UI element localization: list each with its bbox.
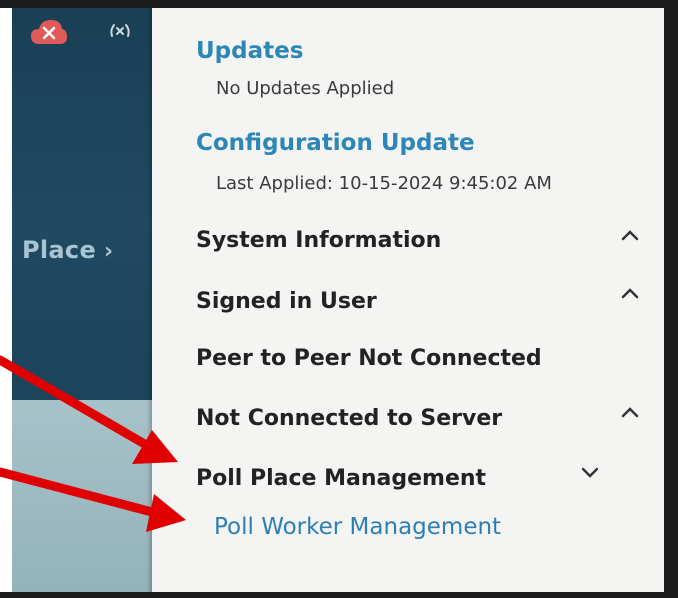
menu-item-peer-to-peer-status[interactable]: Peer to Peer Not Connected — [196, 346, 542, 371]
chevron-down-icon[interactable] — [580, 466, 600, 480]
configuration-update-heading[interactable]: Configuration Update — [196, 130, 475, 156]
chevron-right-icon: › — [104, 239, 114, 264]
menu-item-signed-in-user[interactable]: Signed in User — [196, 289, 377, 314]
configuration-last-applied: Last Applied: 10-15-2024 9:45:02 AM — [216, 173, 552, 194]
screen-bezel-top — [0, 0, 678, 8]
updates-status: No Updates Applied — [216, 78, 395, 99]
screen-bezel-right — [664, 0, 678, 598]
menu-item-server-connection[interactable]: Not Connected to Server — [196, 406, 502, 431]
status-menu-panel: Updates No Updates Applied Configuration… — [152, 0, 678, 598]
chevron-up-icon[interactable] — [620, 405, 640, 419]
place-nav-link[interactable]: Place › — [22, 236, 113, 264]
app-header-band — [12, 0, 162, 400]
cloud-x-icon[interactable] — [30, 18, 68, 46]
place-nav-label: Place — [22, 236, 97, 264]
screen-bezel-bottom — [0, 592, 678, 598]
signal-x-icon[interactable] — [108, 22, 132, 44]
app-content-band — [12, 400, 162, 598]
menu-item-system-information[interactable]: System Information — [196, 228, 441, 253]
chevron-up-icon[interactable] — [620, 228, 640, 242]
updates-heading[interactable]: Updates — [196, 38, 303, 64]
submenu-item-poll-worker-management[interactable]: Poll Worker Management — [214, 514, 501, 540]
menu-item-poll-place-management[interactable]: Poll Place Management — [196, 466, 486, 491]
chevron-up-icon[interactable] — [620, 286, 640, 300]
app-background — [12, 0, 162, 598]
